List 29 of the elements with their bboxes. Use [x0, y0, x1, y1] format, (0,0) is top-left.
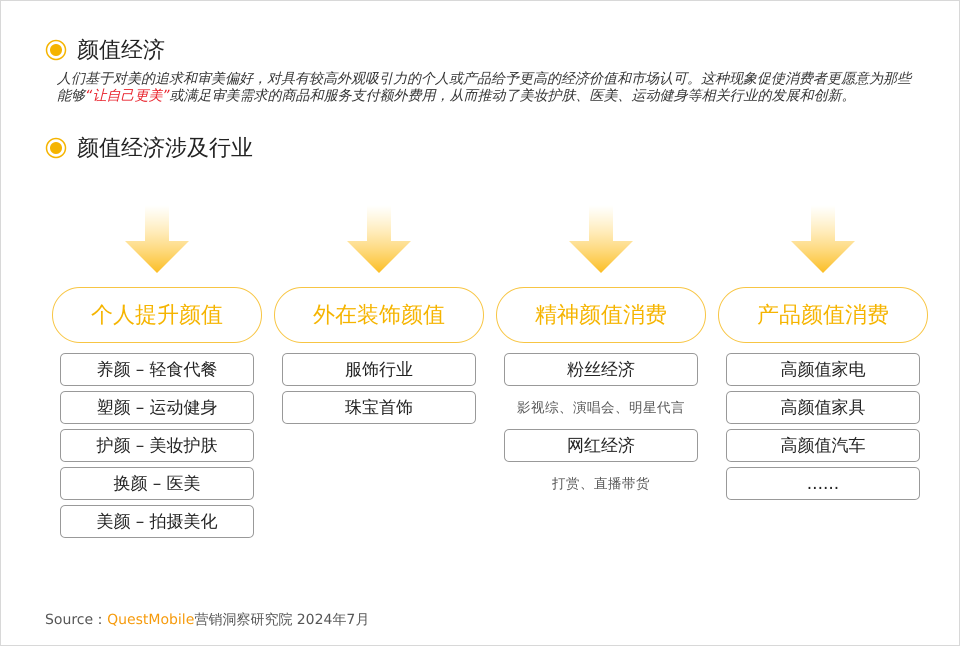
- examples-note: 打赏、直播带货: [552, 474, 650, 494]
- industry-box: 塑颜 – 运动健身: [60, 391, 254, 424]
- down-arrow-icon: [569, 205, 633, 273]
- industry-box: 高颜值汽车: [726, 429, 920, 462]
- industry-box: 美颜 – 拍摄美化: [60, 505, 254, 538]
- industry-box: 粉丝经济: [504, 353, 698, 386]
- down-arrow-icon: [347, 205, 411, 273]
- industry-box: 珠宝首饰: [282, 391, 476, 424]
- category-pill: 外在装饰颜值: [274, 287, 484, 343]
- examples-note: 影视综、演唱会、明星代言: [517, 398, 685, 418]
- bullet-icon: [45, 137, 67, 159]
- section-title: 颜值经济涉及行业: [77, 135, 253, 163]
- bullet-icon: [45, 39, 67, 61]
- source-note: Source：QuestMobile营销洞察研究院 2024年7月: [45, 611, 370, 629]
- industry-box: 高颜值家具: [726, 391, 920, 424]
- down-arrow-icon: [125, 205, 189, 273]
- industry-box: 高颜值家电: [726, 353, 920, 386]
- industry-box: 护颜 – 美妆护肤: [60, 429, 254, 462]
- description-paragraph: 人们基于对美的追求和审美偏好，对具有较高外观吸引力的个人或产品给予更高的经济价值和市场认可。这种现象促使消费者更愿意为那些能够“让自己更美”或满足审美需求的商品和服务支付额外费用，从而推动了美妆护肤、医美、运动健身等相关行业的发展和创新。: [57, 71, 914, 105]
- down-arrow-icon: [791, 205, 855, 273]
- industry-box: 养颜 – 轻食代餐: [60, 353, 254, 386]
- category-pill: 个人提升颜值: [52, 287, 262, 343]
- industry-box: 网红经济: [504, 429, 698, 462]
- category-pill: 产品颜值消费: [718, 287, 928, 343]
- category-pill: 精神颜值消费: [496, 287, 706, 343]
- industry-box: 服饰行业: [282, 353, 476, 386]
- section-title: 颜值经济: [77, 37, 165, 65]
- industry-box: ......: [726, 467, 920, 500]
- industry-box: 换颜 – 医美: [60, 467, 254, 500]
